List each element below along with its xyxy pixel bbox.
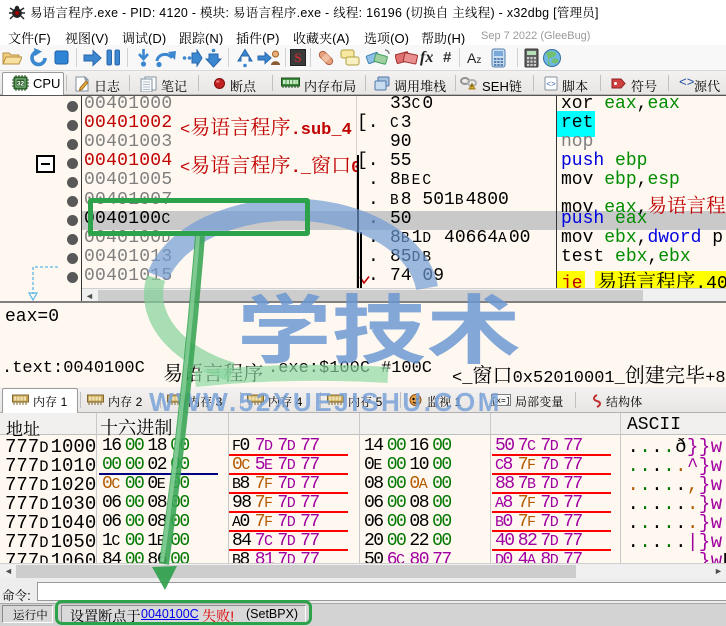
svg-text:32: 32: [17, 81, 25, 88]
svg-text:<>: <>: [546, 81, 556, 90]
svg-text:[x=]: [x=]: [491, 397, 510, 406]
svg-text:S: S: [294, 50, 301, 65]
